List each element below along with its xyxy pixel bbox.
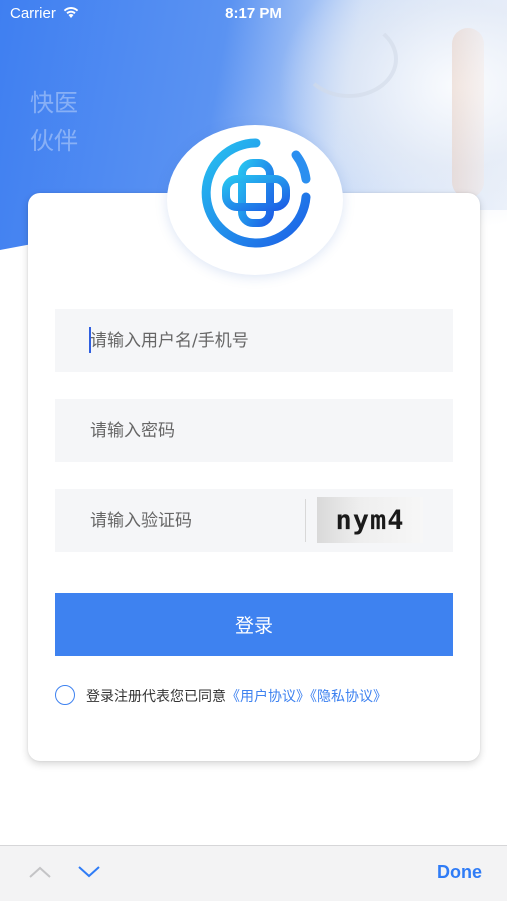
medical-cross-logo-icon (201, 138, 311, 248)
captcha-input[interactable] (55, 489, 305, 552)
slogan-line2: 伙伴 (30, 127, 78, 155)
chevron-down-icon[interactable] (76, 862, 102, 882)
user-agreement-link[interactable]: 《用户协议》 (226, 689, 310, 705)
thumbs-up-shape (452, 28, 484, 198)
login-card (28, 193, 480, 761)
chevron-up-icon[interactable] (27, 862, 53, 882)
stethoscope-shape (300, 20, 398, 98)
done-button[interactable]: Done (437, 862, 482, 883)
password-field[interactable] (55, 399, 453, 462)
agreement-text-line: 登录注册代表您已同意《用户协议》《隐私协议》 (86, 686, 387, 706)
slogan: 快医 伙伴 (30, 84, 78, 160)
slogan-line1: 快医 (30, 89, 78, 117)
text-caret (89, 327, 91, 353)
agreement-text: 登录注册代表您已同意 (86, 689, 226, 705)
keyboard-toolbar: Done (0, 845, 507, 901)
password-input[interactable] (55, 399, 453, 462)
status-time: 8:17 PM (225, 5, 282, 22)
privacy-agreement-link[interactable]: 《隐私协议》 (310, 689, 387, 705)
captcha-field[interactable]: nym4 (55, 489, 453, 552)
agreement-checkbox[interactable] (55, 685, 75, 705)
username-field[interactable] (55, 309, 453, 372)
status-bar: Carrier 8:17 PM (0, 0, 507, 30)
captcha-image[interactable]: nym4 (317, 497, 423, 543)
login-button[interactable]: 登录 (55, 593, 453, 656)
app-logo (167, 125, 343, 275)
username-input[interactable] (55, 309, 453, 372)
captcha-divider (305, 499, 306, 542)
